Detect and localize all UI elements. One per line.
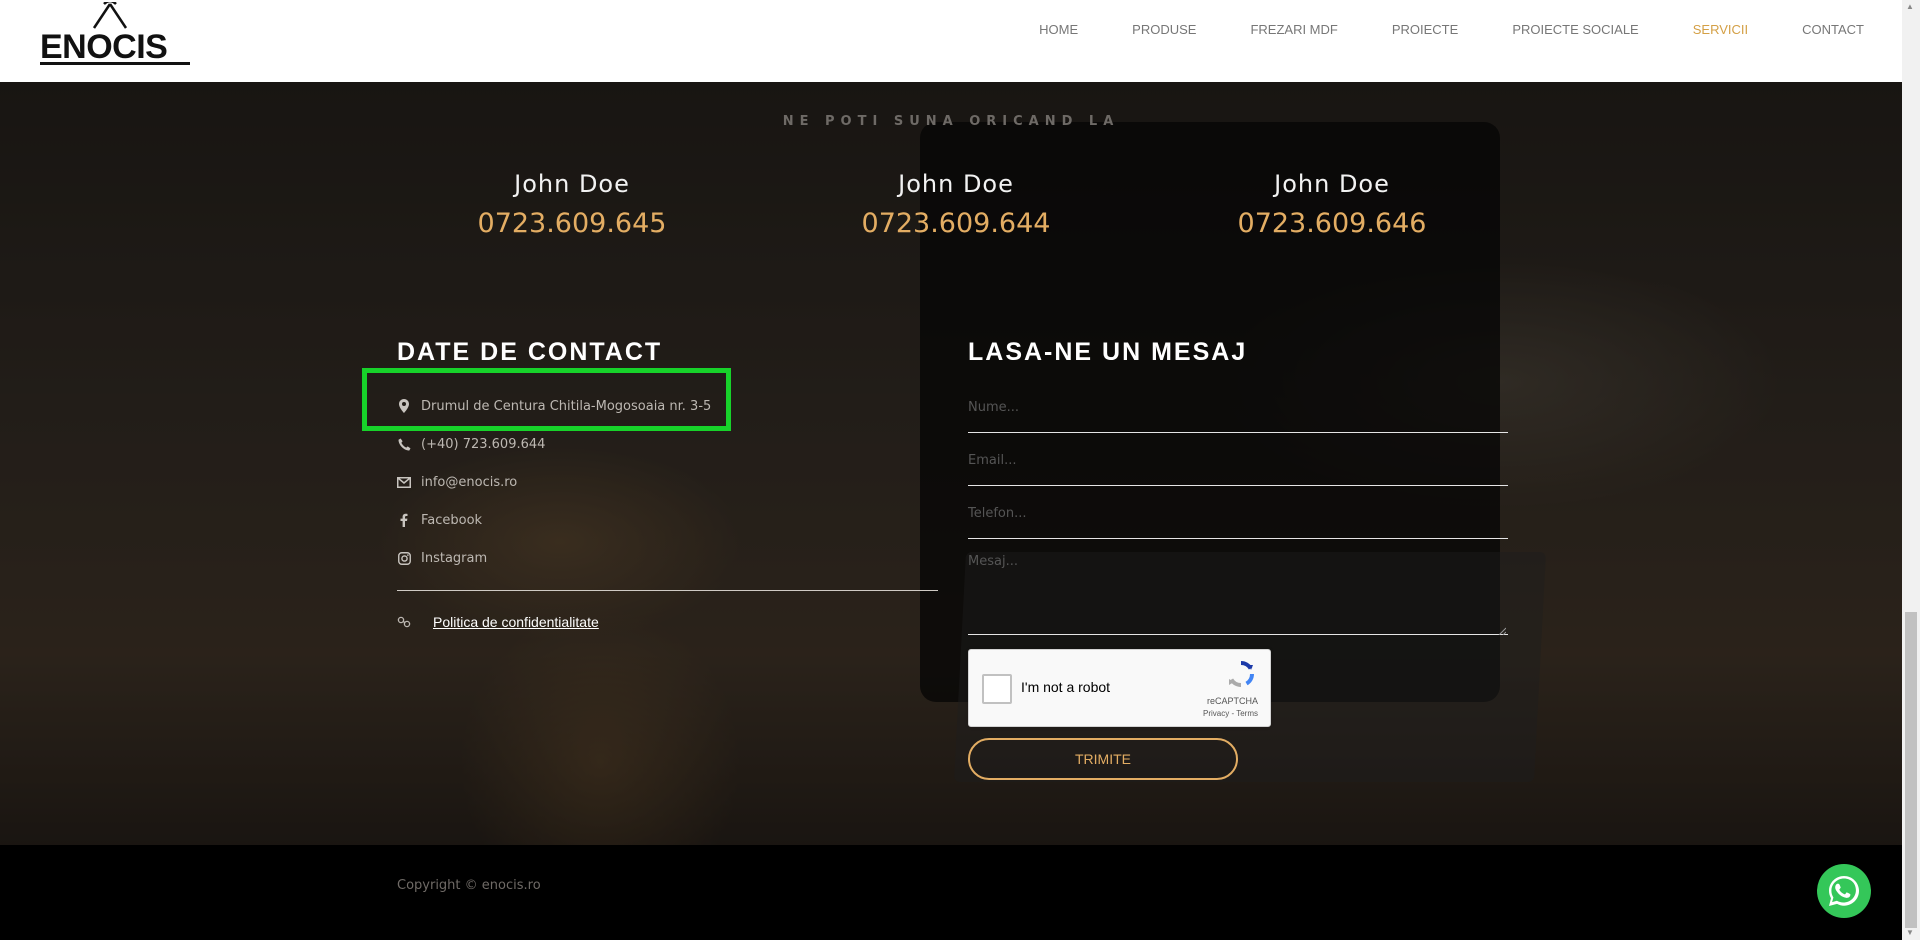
call-tagline: NE POTI SUNA ORICAND LA [782,114,1120,129]
recaptcha-widget: I'm not a robot reCAPTCHA Privacy - Term… [968,649,1271,727]
contact-info-title: DATE DE CONTACT [397,338,663,366]
facebook-link[interactable]: Facebook [421,513,482,528]
site-footer: Copyright © enocis.ro [0,845,1902,940]
recaptcha-label: I'm not a robot [1021,679,1111,695]
nav-proiecte[interactable]: PROIECTE [1392,22,1458,37]
scrollbar-thumb[interactable] [1905,612,1917,928]
site-header: ENOCIS HOME PRODUSE FREZARI MDF PROIECTE… [0,0,1902,82]
contact-name: John Doe [514,170,630,198]
name-field[interactable]: Nume... [968,400,1508,433]
instagram-link[interactable]: Instagram [421,551,487,566]
email-row: info@enocis.ro [397,472,517,492]
nav-frezari-mdf[interactable]: FREZARI MDF [1250,22,1337,37]
email-placeholder: Email... [968,453,1017,468]
facebook-row: Facebook [397,510,482,530]
phone-text[interactable]: (+40) 723.609.644 [421,437,545,452]
logo-hanger-icon [92,2,128,29]
contact-card: John Doe 0723.609.644 [806,170,1106,239]
nav-contact[interactable]: CONTACT [1802,22,1864,37]
recaptcha-checkbox[interactable] [982,674,1012,704]
nav-proiecte-sociale[interactable]: PROIECTE SOCIALE [1512,22,1638,37]
privacy-policy-link[interactable]: Politica de confidentialitate [433,614,599,630]
main-nav: HOME PRODUSE FREZARI MDF PROIECTE PROIEC… [985,0,1864,58]
contact-name: John Doe [1274,170,1390,198]
page-scrollbar[interactable]: ▲ ▼ [1902,0,1920,940]
phone-icon [397,437,411,451]
email-field[interactable]: Email... [968,453,1508,486]
instagram-row: Instagram [397,548,487,568]
recaptcha-privacy-terms[interactable]: Privacy - Terms [1203,709,1258,718]
contact-phone[interactable]: 0723.609.644 [806,208,1106,239]
link-icon [397,615,411,629]
contact-phone[interactable]: 0723.609.645 [422,208,722,239]
contact-section: NE POTI SUNA ORICAND LA John Doe 0723.60… [0,82,1902,845]
contact-divider [397,590,938,591]
name-placeholder: Nume... [968,400,1020,415]
email-text[interactable]: info@enocis.ro [421,475,517,490]
contact-card: John Doe 0723.609.646 [1182,170,1482,239]
recaptcha-brand: reCAPTCHA [1206,696,1258,706]
phone-placeholder: Telefon... [968,506,1027,521]
scroll-down-arrow-icon[interactable]: ▼ [1906,928,1916,938]
submit-button[interactable]: TRIMITE [968,738,1238,780]
facebook-icon [397,513,411,527]
envelope-icon [397,475,411,489]
logo-underline [40,62,190,65]
message-field[interactable]: Mesaj... [968,554,1508,636]
nav-produse[interactable]: PRODUSE [1132,22,1196,37]
phone-row: (+40) 723.609.644 [397,434,545,454]
resize-handle-icon[interactable] [1498,624,1507,636]
policy-row: Politica de confidentialitate [397,612,599,632]
message-form-title: LASA-NE UN MESAJ [968,338,1248,366]
instagram-icon [397,551,411,565]
whatsapp-icon [1829,876,1859,906]
site-logo[interactable]: ENOCIS [38,2,194,68]
phone-field[interactable]: Telefon... [968,506,1508,539]
scroll-up-arrow-icon[interactable]: ▲ [1906,2,1916,12]
copyright-text: Copyright © enocis.ro [397,878,541,893]
contact-name: John Doe [898,170,1014,198]
contact-phone[interactable]: 0723.609.646 [1182,208,1482,239]
address-highlight-box [362,368,731,431]
message-placeholder: Mesaj... [968,554,1018,569]
recaptcha-icon [1225,658,1257,690]
contact-card: John Doe 0723.609.645 [422,170,722,239]
whatsapp-button[interactable] [1817,864,1871,918]
nav-home[interactable]: HOME [1039,22,1078,37]
nav-servicii[interactable]: SERVICII [1693,22,1748,37]
